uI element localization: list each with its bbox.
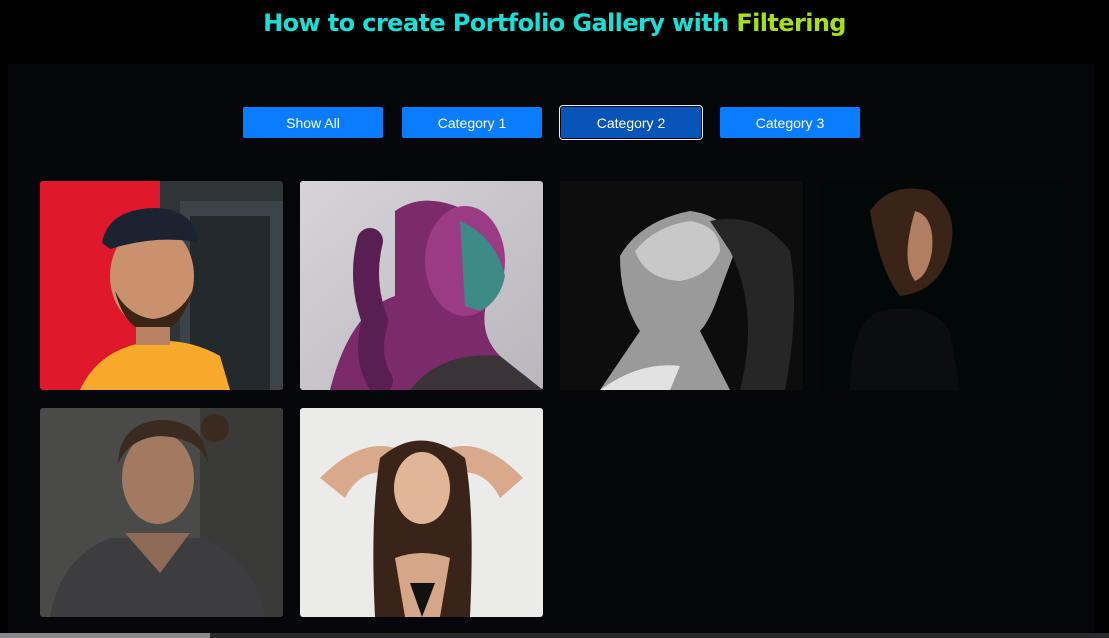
gallery-item-3[interactable] [560, 181, 803, 390]
gallery-item-4[interactable] [820, 181, 1063, 390]
portrait-hands-hair-image [300, 408, 543, 617]
filter-category-2-button[interactable]: Category 2 [561, 107, 701, 138]
filter-bar: Show All Category 1 Category 2 Category … [8, 107, 1094, 139]
gallery-item-6[interactable] [300, 408, 543, 617]
gallery-item-2[interactable] [300, 181, 543, 390]
filter-show-all-button[interactable]: Show All [243, 107, 383, 138]
horizontal-scrollbar[interactable] [0, 633, 1109, 638]
gallery-item-5[interactable] [40, 408, 283, 617]
portrait-grey-sweater-image [40, 408, 283, 617]
gallery-panel: Show All Category 1 Category 2 Category … [8, 64, 1094, 638]
portrait-man-image [40, 181, 283, 390]
page-title-main: How to create Portfolio Gallery with [263, 9, 729, 37]
page-title: How to create Portfolio Gallery with Fil… [0, 9, 1109, 37]
portrait-pink-neon-image [300, 181, 543, 390]
portrait-dark-profile-image [820, 181, 1063, 390]
filter-category-3-button[interactable]: Category 3 [720, 107, 860, 138]
page-title-accent: Filtering [736, 9, 846, 37]
gallery-item-1[interactable] [40, 181, 283, 390]
filter-category-1-button[interactable]: Category 1 [402, 107, 542, 138]
portrait-black-white-image [560, 181, 803, 390]
scrollbar-thumb[interactable] [0, 633, 210, 638]
